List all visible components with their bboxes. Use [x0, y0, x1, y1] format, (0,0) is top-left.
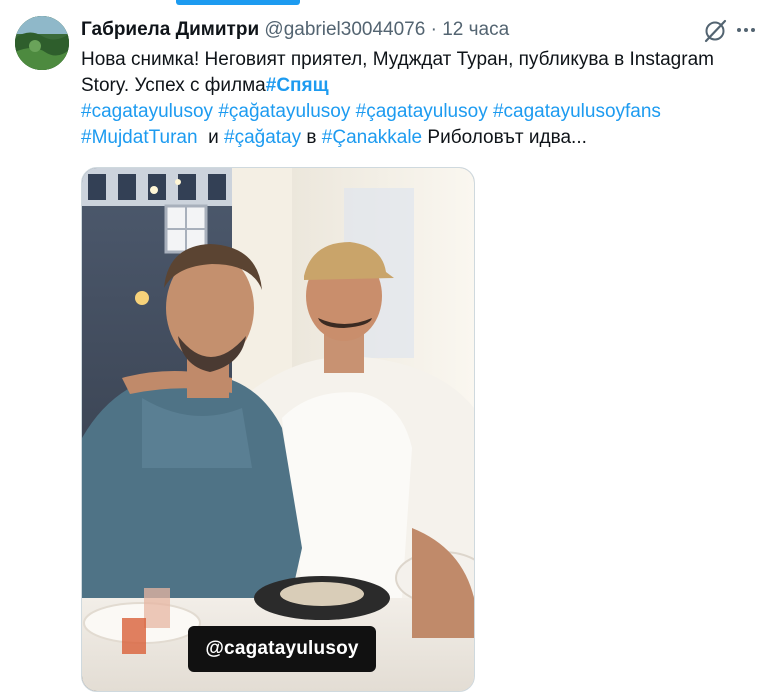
active-tab-indicator [176, 0, 300, 5]
hashtag-link[interactable]: #çağatay [224, 127, 301, 148]
hashtag-link[interactable]: #cagatayulusoy [81, 101, 213, 122]
tweet-text-word: в [306, 127, 317, 148]
author-handle[interactable]: @gabriel30044076 [264, 19, 425, 40]
tweet-text: Нова снимка! Неговият приятел, Мудждат Т… [81, 47, 751, 151]
author-name[interactable]: Габриела Димитри [81, 19, 259, 40]
hashtag-link[interactable]: #çagatayulusoy [356, 101, 488, 122]
avatar-image [15, 16, 69, 70]
more-options-icon[interactable] [737, 28, 755, 32]
hashtag-link[interactable]: #çağatayulusoy [218, 101, 350, 122]
hashtag-link[interactable]: #Çanakkale [322, 127, 422, 148]
hashtag-link[interactable]: #MujdatTuran [81, 127, 198, 148]
instagram-mention-sticker: @cagatayulusoy [188, 626, 376, 672]
grok-icon[interactable] [702, 18, 728, 44]
tweet-text-line-2: Story. Успех с филма#Спящ [81, 73, 751, 99]
tweet-media-photo[interactable]: @cagatayulusoy [81, 167, 475, 692]
header-separator: · [430, 19, 437, 40]
photo-illustration [82, 168, 474, 691]
tweet-text-sentence: Story. Успех с филма [81, 75, 266, 96]
tweet-text-word: Риболовът идва... [427, 127, 587, 148]
hashtag-link[interactable]: #Спящ [266, 75, 329, 96]
tweet-timestamp[interactable]: 12 часа [442, 19, 509, 40]
tweet-text-line-1: Нова снимка! Неговият приятел, Мудждат Т… [81, 47, 751, 73]
avatar[interactable] [15, 16, 69, 70]
hashtag-link[interactable]: #cagatayulusoyfans [493, 101, 661, 122]
tweet-text-sentence: Нова снимка! Неговият приятел, Мудждат Т… [81, 49, 714, 70]
tweet-header: Габриела Димитри @gabriel30044076 · 12 ч… [81, 18, 509, 42]
tweet-text-word: и [208, 127, 219, 148]
tweet-text-line-4: #MujdatTuran и #çağatay в #Çanakkale Риб… [81, 125, 751, 151]
tweet-text-line-3: #cagatayulusoy #çağatayulusoy #çagatayul… [81, 99, 751, 125]
